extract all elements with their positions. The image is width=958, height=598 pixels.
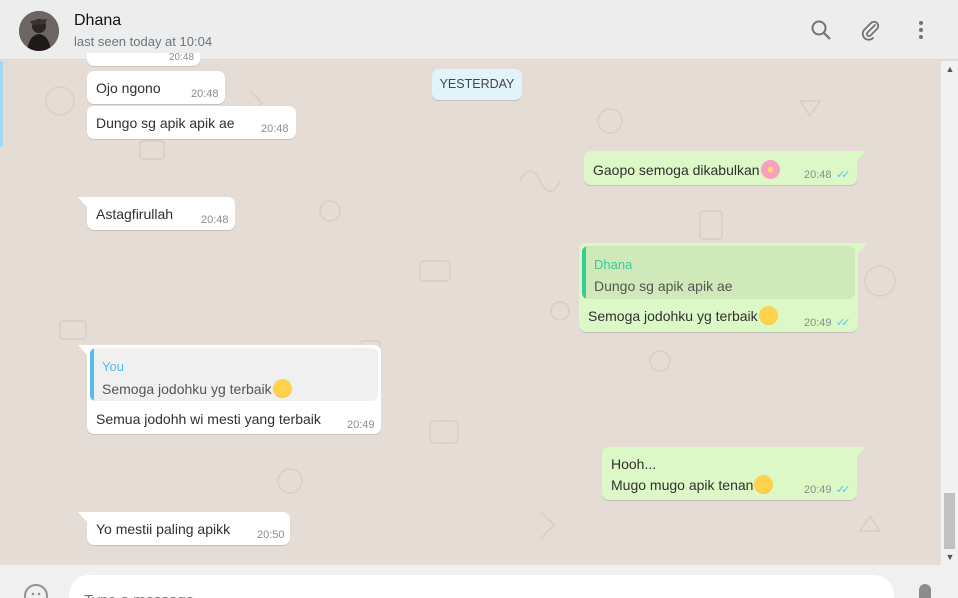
- quote-author: Dhana: [594, 257, 633, 272]
- message-text: Ojo ngono: [96, 80, 161, 96]
- message-bubble-incoming[interactable]: Yo mestii paling apikk 20:50: [78, 512, 290, 545]
- message-time: 20:49: [347, 419, 375, 431]
- bubble-tail: [78, 345, 87, 355]
- pleading-face-emoji: [754, 475, 774, 494]
- quoted-message[interactable]: You Semoga jodohku yg terbaik: [90, 348, 378, 401]
- message-bubble-incoming[interactable]: Astagfirullah 20:48: [78, 197, 235, 230]
- message-input[interactable]: [69, 575, 894, 598]
- bubble-tail: [858, 243, 867, 253]
- bubble-tail: [78, 512, 87, 522]
- message-bubble-incoming[interactable]: Dungo sg apik apik ae 20:48: [87, 106, 296, 139]
- message-text: Dungo sg apik apik ae: [96, 115, 235, 131]
- contact-name[interactable]: Dhana: [74, 12, 121, 30]
- message-bubble-incoming-reply[interactable]: You Semoga jodohku yg terbaik Semua jodo…: [78, 345, 381, 434]
- emoji-icon[interactable]: [24, 584, 48, 598]
- scrollbar-thumb[interactable]: [944, 493, 955, 549]
- quoted-message[interactable]: Dhana Dungo sg apik apik ae: [582, 246, 855, 299]
- message-time: 20:49: [804, 484, 832, 496]
- chat-header: Dhana last seen today at 10:04: [0, 0, 958, 60]
- read-receipt-icon: ✓✓: [836, 169, 851, 181]
- smiling-face-with-hearts-emoji: [758, 306, 778, 325]
- date-separator: YESTERDAY: [432, 69, 522, 100]
- message-text: Yo mestii paling apikk: [96, 521, 231, 537]
- message-time: 20:48: [804, 169, 832, 181]
- last-seen-status: last seen today at 10:04: [74, 34, 213, 49]
- message-bubble-partial[interactable]: 20:48: [87, 52, 200, 66]
- message-text: Astagfirullah: [96, 206, 174, 222]
- message-bubble-incoming[interactable]: Ojo ngono 20:48: [87, 71, 225, 104]
- message-text-line-2: Mugo mugo apik tenan: [611, 475, 774, 494]
- microphone-icon[interactable]: [919, 584, 931, 598]
- bubble-tail: [857, 447, 866, 457]
- cherry-blossom-emoji: [760, 160, 780, 179]
- bubble-tail: [857, 151, 866, 161]
- quote-text: Semoga jodohku yg terbaik: [102, 379, 292, 398]
- quote-accent-bar: [582, 246, 586, 299]
- scroll-up-arrow-icon[interactable]: ▲: [945, 64, 955, 74]
- search-icon[interactable]: [810, 19, 832, 41]
- quote-text: Dungo sg apik apik ae: [594, 278, 733, 294]
- quote-author: You: [102, 359, 124, 374]
- scroll-down-arrow-icon[interactable]: ▼: [945, 552, 955, 562]
- message-time: 20:49: [804, 317, 832, 329]
- read-receipt-icon: ✓✓: [836, 317, 851, 329]
- message-text-line-1: Hooh...: [611, 456, 657, 472]
- chat-scrollbar[interactable]: ▲ ▼: [940, 61, 958, 565]
- smiling-face-with-hearts-emoji: [272, 379, 292, 398]
- contact-avatar[interactable]: [19, 11, 59, 51]
- message-time: 20:50: [257, 529, 285, 541]
- quote-accent-bar: [90, 348, 94, 401]
- bubble-tail: [78, 197, 87, 207]
- message-time: 20:48: [261, 123, 289, 135]
- message-text: Semua jodohh wi mesti yang terbaik: [96, 411, 321, 427]
- message-time: 20:48: [201, 214, 229, 226]
- message-time: 20:48: [168, 52, 194, 63]
- menu-icon[interactable]: [910, 19, 932, 41]
- attach-icon[interactable]: [860, 19, 882, 41]
- message-text: Gaopo semoga dikabulkan: [593, 160, 780, 179]
- message-bubble-outgoing-reply[interactable]: Dhana Dungo sg apik apik ae Semoga jodoh…: [579, 243, 867, 332]
- message-bubble-outgoing[interactable]: Gaopo semoga dikabulkan 20:48 ✓✓: [584, 151, 866, 185]
- message-time: 20:48: [191, 88, 219, 100]
- message-bubble-outgoing[interactable]: Hooh... Mugo mugo apik tenan 20:49 ✓✓: [602, 447, 866, 500]
- read-receipt-icon: ✓✓: [836, 484, 851, 496]
- left-accent-bar: [0, 61, 3, 147]
- message-text: Semoga jodohku yg terbaik: [588, 306, 778, 325]
